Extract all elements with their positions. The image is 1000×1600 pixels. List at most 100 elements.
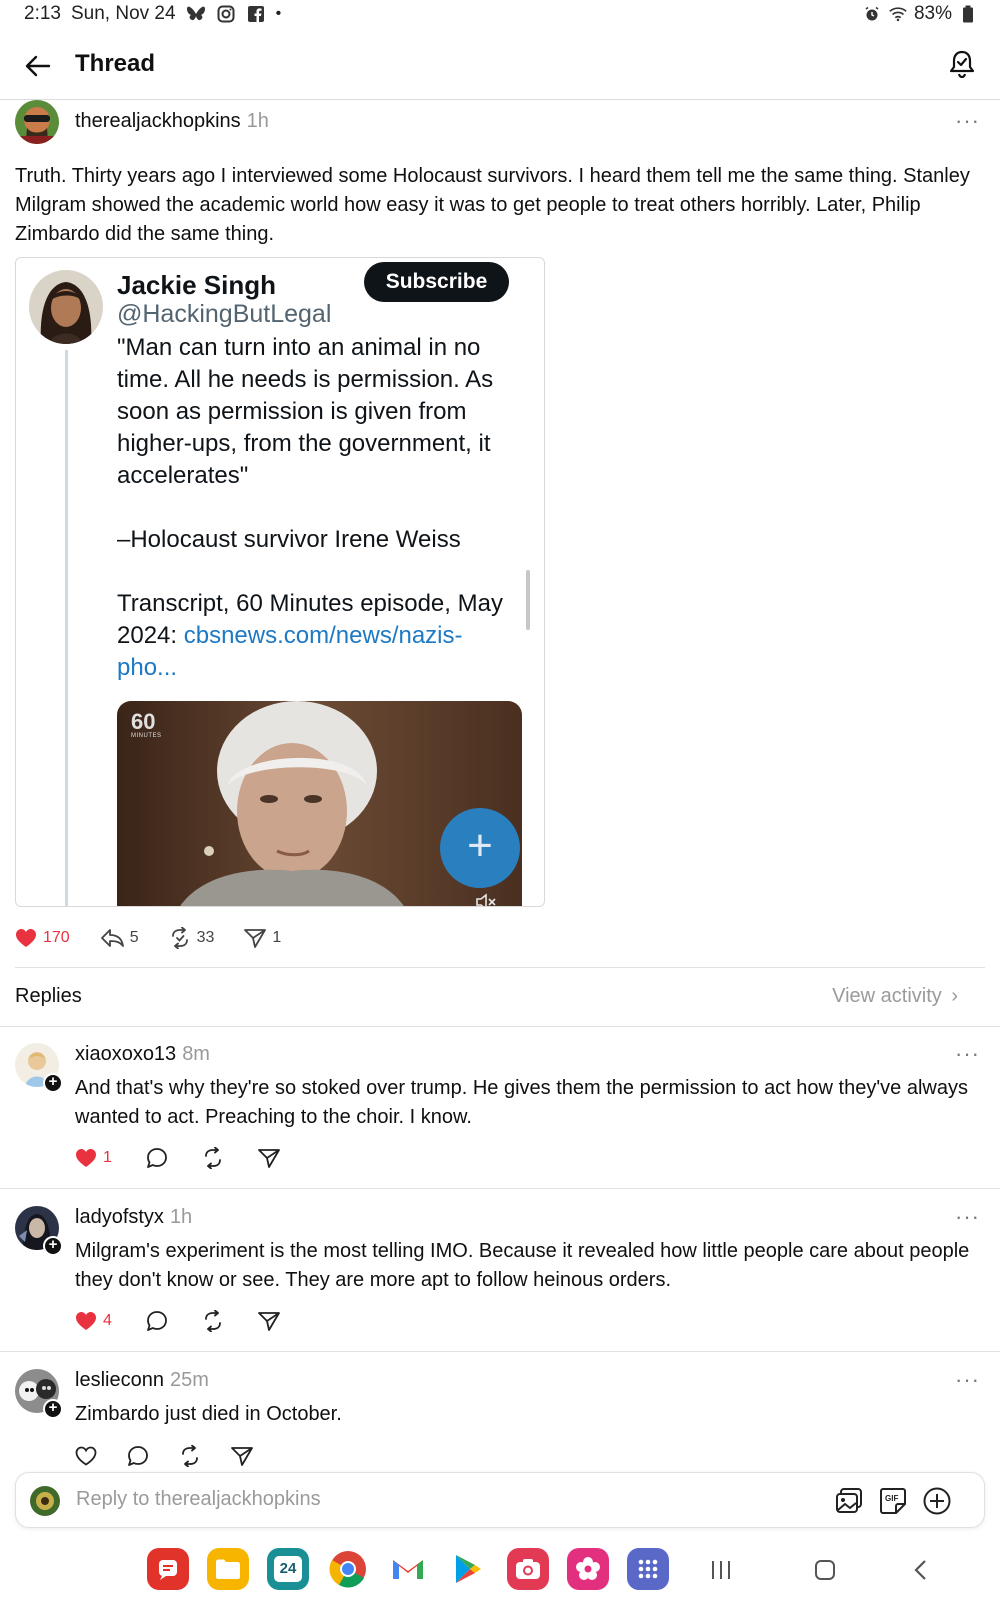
grid-dots-icon (638, 1559, 658, 1579)
reply-composer[interactable]: Reply to therealjackhopkins GIF (15, 1472, 985, 1528)
status-left: 2:13 Sun, Nov 24 • (24, 3, 281, 25)
home-button[interactable] (812, 1557, 838, 1583)
reply-more-button[interactable]: ··· (955, 1041, 980, 1067)
subscribe-button[interactable]: Subscribe (364, 262, 509, 302)
video-logo-number: 60 (131, 709, 156, 734)
reply-time: 8m (182, 1043, 210, 1065)
follow-plus-badge[interactable]: + (43, 1236, 63, 1256)
own-avatar (30, 1486, 60, 1516)
bell-check-icon (949, 50, 975, 79)
battery-icon (958, 4, 978, 24)
reply-more-button[interactable]: ··· (955, 1367, 980, 1393)
share-button[interactable]: 1 (244, 928, 281, 948)
svg-text:GIF: GIF (885, 1494, 898, 1503)
send-icon (258, 1312, 280, 1331)
reply-like-count: 1 (103, 1149, 112, 1166)
gif-button[interactable]: GIF (878, 1486, 908, 1516)
embed-author-name: Jackie Singh (117, 270, 276, 300)
instagram-icon (216, 4, 236, 24)
gallery-button[interactable] (834, 1486, 864, 1516)
reply-share-button[interactable] (231, 1446, 253, 1466)
reply-username[interactable]: leslieconn (75, 1369, 164, 1392)
post-author-avatar[interactable] (15, 100, 59, 144)
reply-arrow-icon (100, 929, 124, 947)
bluesky-icon (186, 4, 206, 24)
reply-header: xiaoxoxo13 8m (75, 1043, 210, 1066)
embed-quote: "Man can turn into an animal in no time.… (117, 334, 494, 489)
app-icon-camera[interactable] (507, 1548, 549, 1590)
app-icon-calendar[interactable]: 24 (267, 1548, 309, 1590)
reply-repost-button[interactable] (179, 1445, 201, 1467)
image-gallery-icon (836, 1488, 862, 1513)
reply-share-button[interactable] (258, 1311, 280, 1331)
app-drawer-button[interactable] (627, 1548, 669, 1590)
play-store-icon (456, 1555, 481, 1583)
chevron-right-icon: › (951, 985, 958, 1007)
app-icon-play-store[interactable] (447, 1548, 489, 1590)
post-time: 1h (246, 110, 269, 132)
reply-text: And that's why they're so stoked over tr… (75, 1077, 968, 1128)
repost-icon (182, 1445, 198, 1467)
like-button[interactable]: 170 (15, 928, 70, 948)
post-header: therealjackhopkins 1h (75, 110, 269, 133)
reply-username[interactable]: xiaoxoxo13 (75, 1043, 176, 1066)
reply-comment-button[interactable] (127, 1445, 149, 1467)
embed-attribution: –Holocaust survivor Irene Weiss (117, 526, 461, 553)
facebook-icon (246, 4, 266, 24)
status-time: 2:13 (24, 3, 61, 24)
embed-body: "Man can turn into an animal in no time.… (117, 332, 522, 684)
reply-text: Milgram's experiment is the most telling… (75, 1240, 970, 1291)
system-dock: 24 (0, 1540, 1000, 1600)
reply-repost-button[interactable] (202, 1147, 224, 1169)
divider (15, 967, 985, 968)
reply-like-button[interactable]: 4 (75, 1311, 112, 1331)
add-button[interactable] (922, 1486, 952, 1516)
recents-button[interactable] (708, 1557, 734, 1583)
post-username[interactable]: therealjackhopkins (75, 110, 241, 133)
back-button[interactable] (22, 50, 54, 82)
reply-like-button[interactable]: 1 (75, 1148, 112, 1168)
plus-icon: + (467, 821, 493, 870)
view-activity-link[interactable]: View activity › (832, 985, 958, 1008)
view-activity-label: View activity (832, 985, 942, 1007)
repost-button[interactable]: 33 (169, 927, 214, 949)
app-icon-messages[interactable] (147, 1548, 189, 1590)
reply-like-button[interactable] (75, 1446, 97, 1466)
follow-plus-badge[interactable]: + (43, 1399, 63, 1419)
flower-icon (576, 1557, 600, 1580)
reply-share-button[interactable] (258, 1148, 280, 1168)
post-more-button[interactable]: ··· (955, 108, 980, 134)
reply-more-button[interactable]: ··· (955, 1204, 980, 1230)
heart-outline-icon (75, 1446, 97, 1466)
gif-icon: GIF (880, 1488, 906, 1514)
folder-icon (216, 1559, 240, 1579)
reply-button[interactable]: 5 (100, 928, 139, 948)
reply-repost-button[interactable] (202, 1310, 224, 1332)
notifications-button[interactable] (946, 48, 978, 80)
system-back-button[interactable] (908, 1557, 934, 1583)
reply-username[interactable]: ladyofstyx (75, 1206, 164, 1229)
app-icon-blossom[interactable] (567, 1548, 609, 1590)
post-actions: 170 5 33 1 (15, 927, 281, 949)
follow-plus-badge[interactable]: + (43, 1073, 63, 1093)
app-icon-gmail[interactable] (387, 1548, 429, 1590)
reply-actions: 4 (75, 1310, 280, 1332)
notification-dot: • (275, 5, 282, 22)
floating-add-button[interactable]: + (440, 808, 520, 888)
embed-author-avatar (29, 270, 103, 344)
reply-input[interactable]: Reply to therealjackhopkins (76, 1488, 321, 1511)
embedded-post-card[interactable]: Jackie Singh @HackingButLegal Subscribe … (15, 257, 545, 907)
chrome-icon (329, 1551, 366, 1588)
embed-scrollbar[interactable] (526, 570, 530, 630)
app-icon-files[interactable] (207, 1548, 249, 1590)
replies-label: Replies (15, 985, 82, 1007)
send-icon (258, 1149, 280, 1168)
reply-comment-button[interactable] (146, 1310, 168, 1332)
heart-filled-icon (76, 1312, 96, 1330)
camera-icon (516, 1559, 540, 1579)
reply-comment-button[interactable] (146, 1147, 168, 1169)
mute-icon[interactable] (475, 893, 497, 906)
app-icon-chrome[interactable] (327, 1548, 369, 1590)
reply-like-count: 4 (103, 1312, 112, 1329)
reply-item: + xiaoxoxo13 8m ··· And that's why they'… (0, 1026, 1000, 1189)
